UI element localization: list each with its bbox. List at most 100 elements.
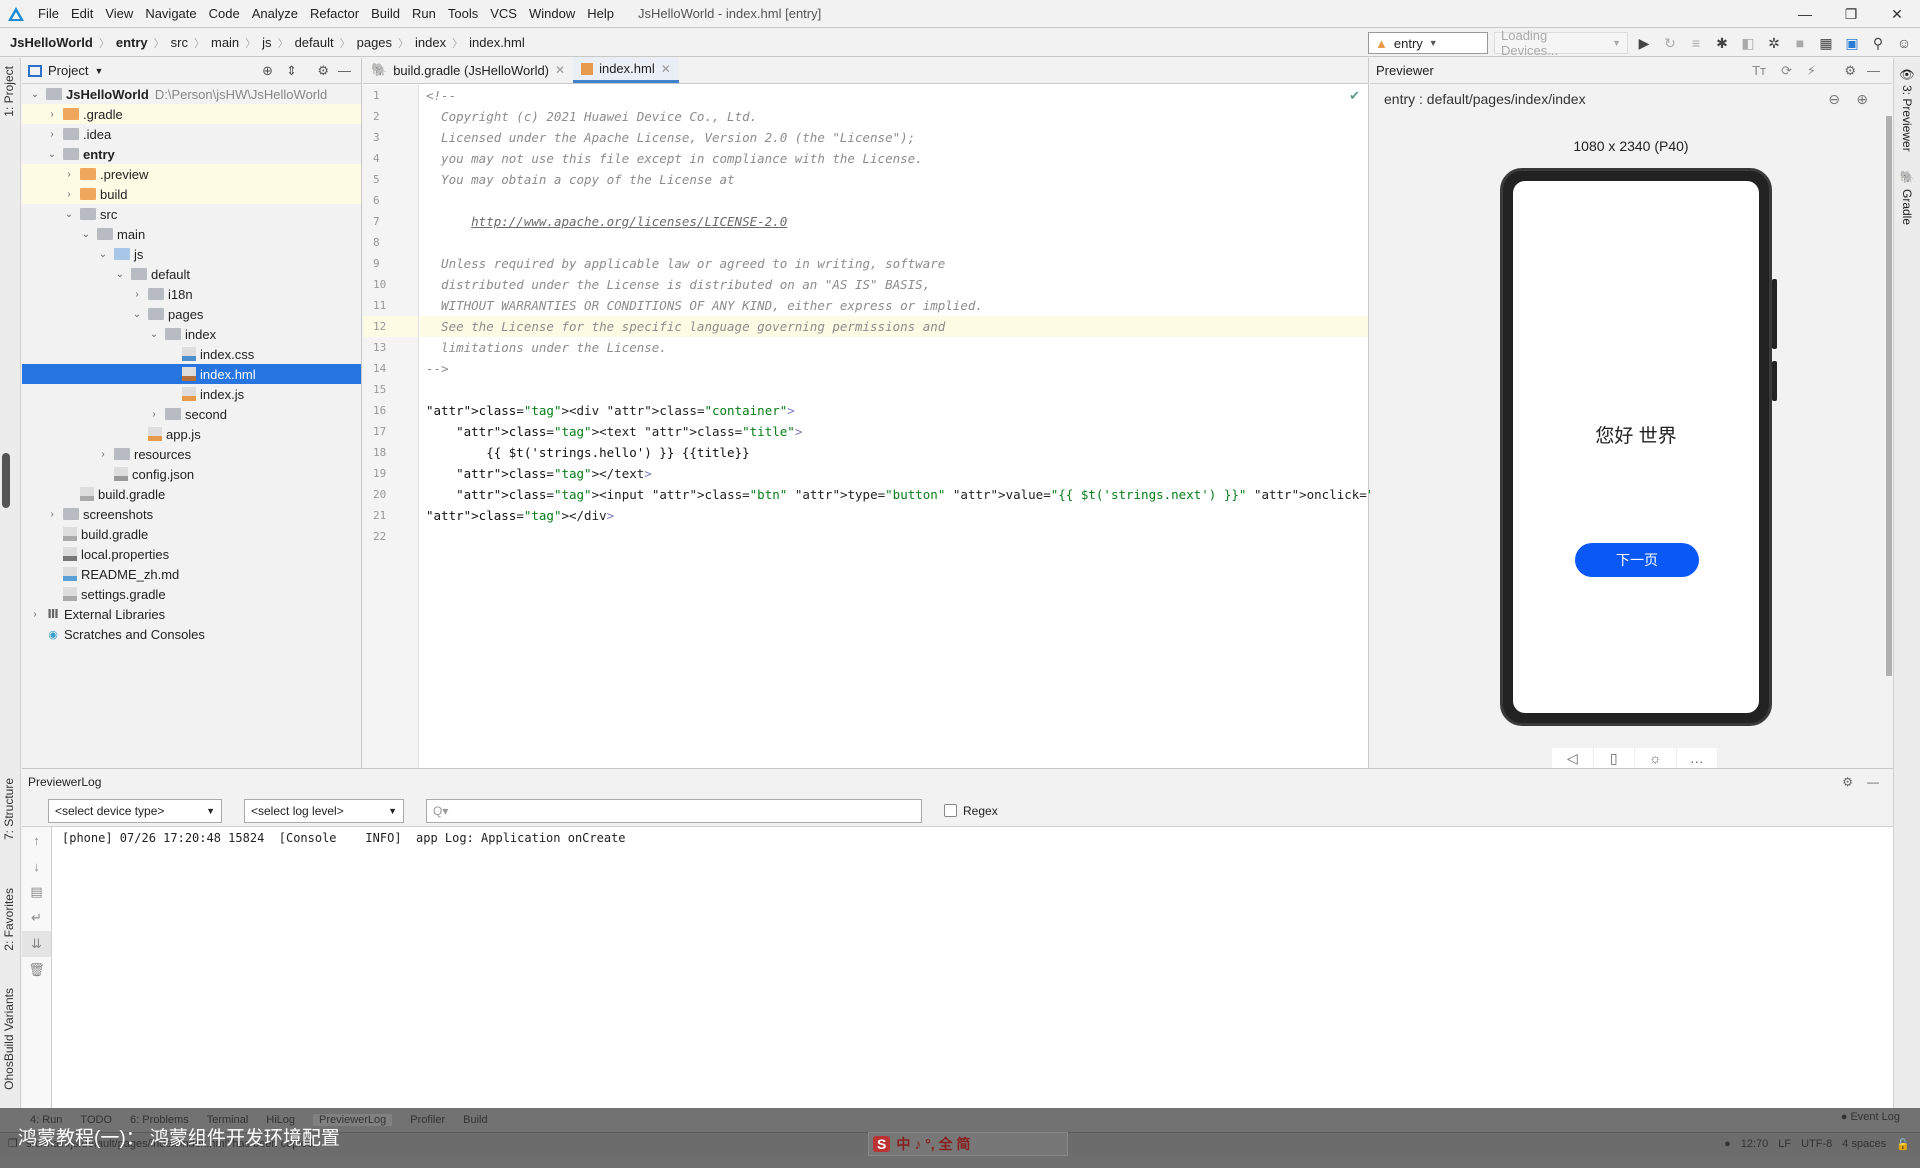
log-search-input[interactable]: Q▾ [426,798,922,823]
device-type-select[interactable]: <select device type> ▼ [48,798,222,823]
breadcrumb-item[interactable]: main [211,35,239,51]
tree-item[interactable]: index.css [22,344,361,364]
hide-panel-icon[interactable]: — [1867,775,1879,789]
regex-checkbox[interactable]: Regex [944,804,998,818]
tree-item[interactable]: app.js [22,424,361,444]
chevron-down-icon[interactable]: ⌄ [113,269,127,280]
minimize-button[interactable]: — [1782,0,1828,28]
coverage-icon[interactable]: ≡ [1686,33,1706,53]
tree-item[interactable]: › .gradle [22,104,361,124]
tree-item[interactable]: › Ⅲ External Libraries [22,604,361,624]
tree-item[interactable]: ⌄ default [22,264,361,284]
code-line[interactable]: "attr">class="tag"></text> [420,463,1368,484]
tree-item[interactable]: › resources [22,444,361,464]
chevron-down-icon[interactable]: ⌄ [79,229,93,240]
code-line[interactable]: You may obtain a copy of the License at [420,169,1368,190]
tree-item[interactable]: › second [22,404,361,424]
code-line[interactable]: limitations under the License. [420,337,1368,358]
chevron-right-icon[interactable]: › [130,289,144,300]
code-line[interactable]: "attr">class="tag"><div "attr">class="co… [420,400,1368,421]
scroll-to-end-icon[interactable]: ⇊ [22,931,51,957]
previewer-tool-tab[interactable]: 👁 3: Previewer [1900,66,1914,152]
code-line[interactable]: "attr">class="tag"><input "attr">class="… [420,484,1645,505]
tree-item[interactable]: › screenshots [22,504,361,524]
code-area[interactable]: <!-- Copyright (c) 2021 Huawei Device Co… [420,85,1645,768]
rerun-icon[interactable]: ↻ [1660,33,1680,53]
filter-icon[interactable]: ▤ [22,879,51,905]
font-size-icon[interactable]: Tт [1752,63,1766,78]
menu-vcs[interactable]: VCS [484,6,523,21]
checkbox-box[interactable] [944,804,957,817]
menu-help[interactable]: Help [581,6,620,21]
tree-item[interactable]: › build [22,184,361,204]
chevron-right-icon[interactable]: › [45,129,59,140]
device-select[interactable]: Loading Devices... ▼ [1494,28,1628,58]
tree-item[interactable]: config.json [22,464,361,484]
chevron-down-icon[interactable]: ⌄ [62,209,76,220]
tree-item[interactable]: ⌄ index [22,324,361,344]
tab-index-hml[interactable]: index.hml ✕ [573,57,679,83]
indent-setting[interactable]: 4 spaces [1842,1138,1886,1150]
stop-icon[interactable]: ■ [1790,33,1810,53]
breadcrumb-item[interactable]: default [295,35,334,51]
code-line[interactable]: Licensed under the Apache License, Versi… [420,127,1368,148]
close-tab-icon[interactable]: ✕ [661,62,671,76]
menu-navigate[interactable]: Navigate [139,6,202,21]
menu-file[interactable]: File [32,6,65,21]
tree-item[interactable]: › i18n [22,284,361,304]
chevron-right-icon[interactable]: › [62,169,76,180]
attach-debugger-icon[interactable]: ✲ [1764,33,1784,53]
chevron-right-icon[interactable]: › [45,109,59,120]
chevron-down-icon[interactable]: ⌄ [96,249,110,260]
tree-item[interactable]: build.gradle [22,524,361,544]
code-line[interactable]: "attr">class="tag"></div> [420,505,1368,526]
event-log-button[interactable]: ● Event Log [1841,1111,1900,1123]
code-line[interactable] [420,232,1368,253]
maximize-button[interactable]: ❐ [1828,0,1874,28]
breadcrumb-item[interactable]: pages [357,35,392,51]
tree-item[interactable]: index.hml [22,364,361,384]
back-icon[interactable]: ◁ [1552,748,1594,768]
run-icon[interactable]: ▶ [1634,33,1654,53]
chevron-right-icon[interactable]: › [28,609,42,620]
tool-window-tab[interactable]: Build [463,1114,487,1126]
tree-item[interactable]: index.js [22,384,361,404]
tree-item[interactable]: build.gradle [22,484,361,504]
tree-item[interactable]: settings.gradle [22,584,361,604]
menu-analyze[interactable]: Analyze [246,6,304,21]
scroll-up-icon[interactable]: ↑ [22,827,51,853]
menu-view[interactable]: View [99,6,139,21]
gear-icon[interactable]: ⚙ [1842,775,1853,789]
hide-panel-icon[interactable]: — [338,63,351,78]
scroll-indicator[interactable] [2,453,10,508]
code-line[interactable]: <!-- [420,85,1368,106]
menu-code[interactable]: Code [203,6,246,21]
chevron-right-icon[interactable]: › [96,449,110,460]
chevron-down-icon[interactable]: ⌄ [45,149,59,160]
project-view-select[interactable]: Project [48,63,88,78]
code-line[interactable]: "attr">class="tag"><text "attr">class="t… [420,421,1368,442]
gear-icon[interactable]: ⚙ [317,63,329,79]
clear-log-icon[interactable]: 🗑 [22,957,51,983]
structure-tool-tab[interactable]: 7: Structure [2,778,16,840]
tab-build-gradle[interactable]: 🐘 build.gradle (JsHelloWorld) ✕ [363,57,573,83]
tool-window-tab[interactable]: Profiler [410,1114,445,1126]
hide-panel-icon[interactable]: — [1867,63,1880,78]
previewer-scrollbar[interactable] [1886,116,1892,676]
code-line[interactable]: http://www.apache.org/licenses/LICENSE-2… [420,211,1368,232]
account-icon[interactable]: ☺ [1894,33,1914,53]
line-separator[interactable]: LF [1778,1138,1791,1150]
project-tool-tab[interactable]: 1: Project [2,66,16,117]
code-line[interactable]: {{ $t('strings.hello') }} {{title}} [420,442,1368,463]
breadcrumb-item[interactable]: entry [116,35,148,51]
next-page-button[interactable]: 下一页 [1575,543,1699,577]
tree-item[interactable]: ⌄ pages [22,304,361,324]
code-line[interactable]: --> [420,358,1368,379]
rotate-icon[interactable]: ▯ [1594,748,1635,768]
build-variants-tool-tab[interactable]: OhosBuild Variants [2,988,16,1090]
chevron-down-icon[interactable]: ⌄ [28,89,42,100]
menu-build[interactable]: Build [365,6,406,21]
lock-icon[interactable]: 🔓 [1896,1138,1910,1151]
menu-edit[interactable]: Edit [65,6,99,21]
chevron-right-icon[interactable]: › [45,509,59,520]
